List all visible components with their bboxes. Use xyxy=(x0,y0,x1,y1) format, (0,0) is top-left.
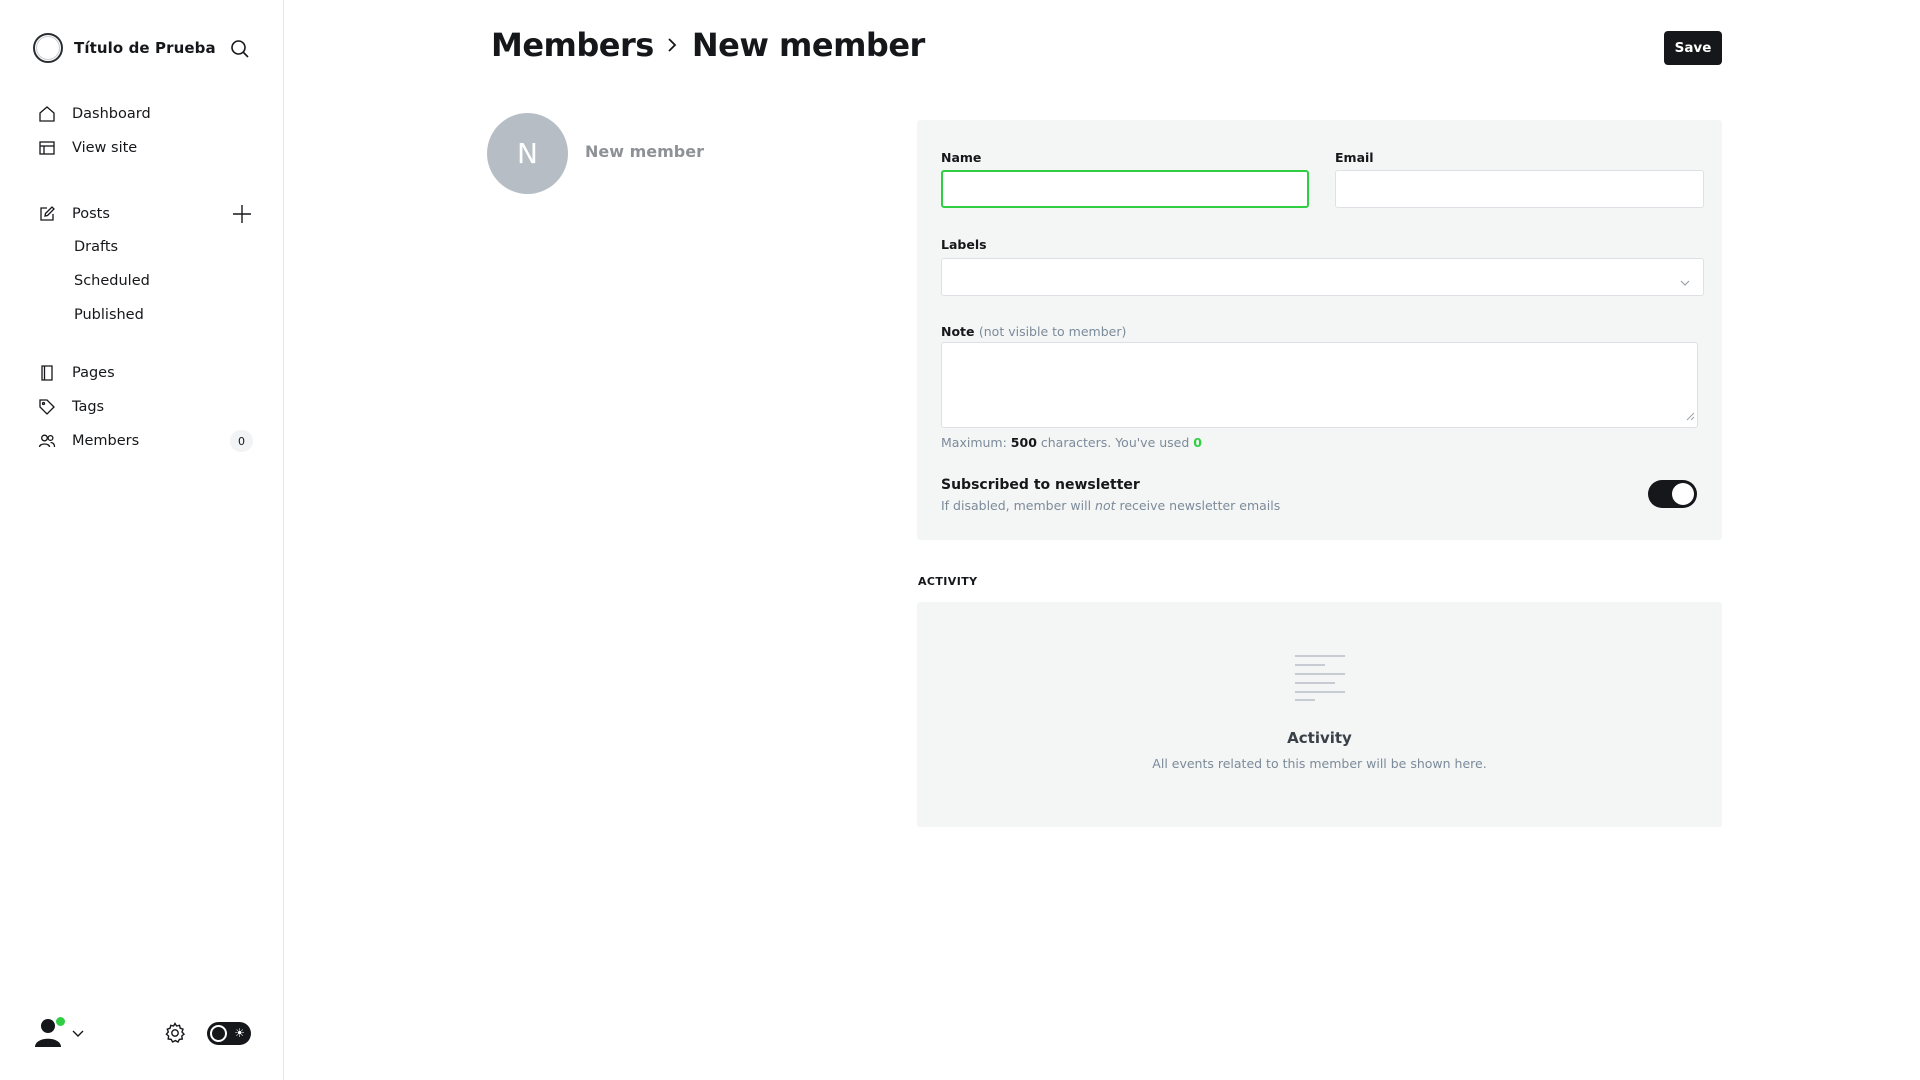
sidebar: Título de Prueba Dashboard View site Pos… xyxy=(0,0,284,1080)
nav-members[interactable]: Members xyxy=(37,431,139,451)
member-name-preview: New member xyxy=(585,142,704,161)
nav-view-site[interactable]: View site xyxy=(37,138,137,158)
users-icon xyxy=(37,431,57,451)
hint-max: 500 xyxy=(1010,435,1037,450)
nav-pages[interactable]: Pages xyxy=(37,363,115,383)
newsletter-title: Subscribed to newsletter xyxy=(941,477,1140,493)
layout-icon xyxy=(37,138,57,158)
search-icon[interactable] xyxy=(228,37,252,61)
nav-view-site-label: View site xyxy=(72,140,138,156)
activity-empty-description: All events related to this member will b… xyxy=(1152,756,1487,771)
note-char-hint: Maximum: 500 characters. You've used 0 xyxy=(941,435,1202,450)
member-form-card: Name Email Labels Note (not visible to m… xyxy=(917,120,1722,540)
activity-list-icon xyxy=(1291,652,1349,706)
sun-icon: ☀ xyxy=(234,1026,245,1040)
note-textarea[interactable] xyxy=(941,342,1698,428)
newsletter-toggle[interactable] xyxy=(1648,480,1697,508)
email-input[interactable] xyxy=(1335,170,1704,208)
name-input[interactable] xyxy=(941,170,1309,208)
note-label-muted: (not visible to member) xyxy=(978,324,1127,339)
labels-select[interactable] xyxy=(941,258,1704,296)
online-status-dot xyxy=(56,1017,65,1026)
save-button[interactable]: Save xyxy=(1664,31,1722,65)
newsletter-desc-em: not xyxy=(1095,498,1116,513)
theme-toggle-icon[interactable]: ☀ xyxy=(207,1022,251,1045)
chevron-down-icon xyxy=(1679,272,1691,291)
note-label-text: Note xyxy=(941,324,975,339)
nav-posts[interactable]: Posts xyxy=(37,204,110,224)
hint-used: 0 xyxy=(1193,435,1202,450)
site-brand[interactable]: Título de Prueba xyxy=(33,33,216,63)
hint-prefix: Maximum: xyxy=(941,435,1007,450)
newsletter-description: If disabled, member will not receive new… xyxy=(941,498,1280,513)
add-post-plus-icon[interactable] xyxy=(231,203,253,225)
page-title: New member xyxy=(691,26,925,64)
newsletter-desc-2: receive newsletter emails xyxy=(1119,498,1281,513)
nav-members-label: Members xyxy=(72,433,140,449)
members-count-badge: 0 xyxy=(230,430,253,452)
activity-heading: ACTIVITY xyxy=(918,575,978,588)
nav-drafts[interactable]: Drafts xyxy=(74,239,118,255)
newsletter-toggle-knob xyxy=(1672,483,1694,505)
resize-handle-icon[interactable] xyxy=(1686,406,1695,425)
note-label: Note (not visible to member) xyxy=(941,324,1126,339)
tag-icon xyxy=(37,397,57,417)
nav-published[interactable]: Published xyxy=(74,307,144,323)
name-label: Name xyxy=(941,150,982,165)
nav-tags-label: Tags xyxy=(72,399,105,415)
theme-toggle-knob xyxy=(210,1025,227,1042)
user-menu[interactable] xyxy=(35,1017,85,1049)
home-icon xyxy=(37,104,57,124)
nav-tags[interactable]: Tags xyxy=(37,397,104,417)
nav-dashboard[interactable]: Dashboard xyxy=(37,104,151,124)
breadcrumb-members-link[interactable]: Members xyxy=(491,26,654,64)
member-avatar: N xyxy=(487,113,568,194)
labels-label: Labels xyxy=(941,237,987,252)
nav-pages-label: Pages xyxy=(72,365,115,381)
activity-card: Activity All events related to this memb… xyxy=(917,602,1722,827)
chevron-right-icon xyxy=(666,36,678,54)
chevron-down-icon xyxy=(71,1024,85,1043)
newsletter-desc-1: If disabled, member will xyxy=(941,498,1092,513)
edit-icon xyxy=(37,204,57,224)
nav-posts-label: Posts xyxy=(72,206,110,222)
gear-icon[interactable] xyxy=(163,1021,187,1045)
site-logo-icon xyxy=(33,33,63,63)
hint-middle: characters. You've used xyxy=(1040,435,1190,450)
nav-scheduled[interactable]: Scheduled xyxy=(74,273,150,289)
book-icon xyxy=(37,363,57,383)
user-icon xyxy=(35,1017,65,1049)
email-label: Email xyxy=(1335,150,1374,165)
activity-empty-title: Activity xyxy=(1287,729,1352,747)
nav-dashboard-label: Dashboard xyxy=(72,106,151,122)
breadcrumb: Members New member xyxy=(491,26,925,64)
site-title: Título de Prueba xyxy=(74,39,216,57)
